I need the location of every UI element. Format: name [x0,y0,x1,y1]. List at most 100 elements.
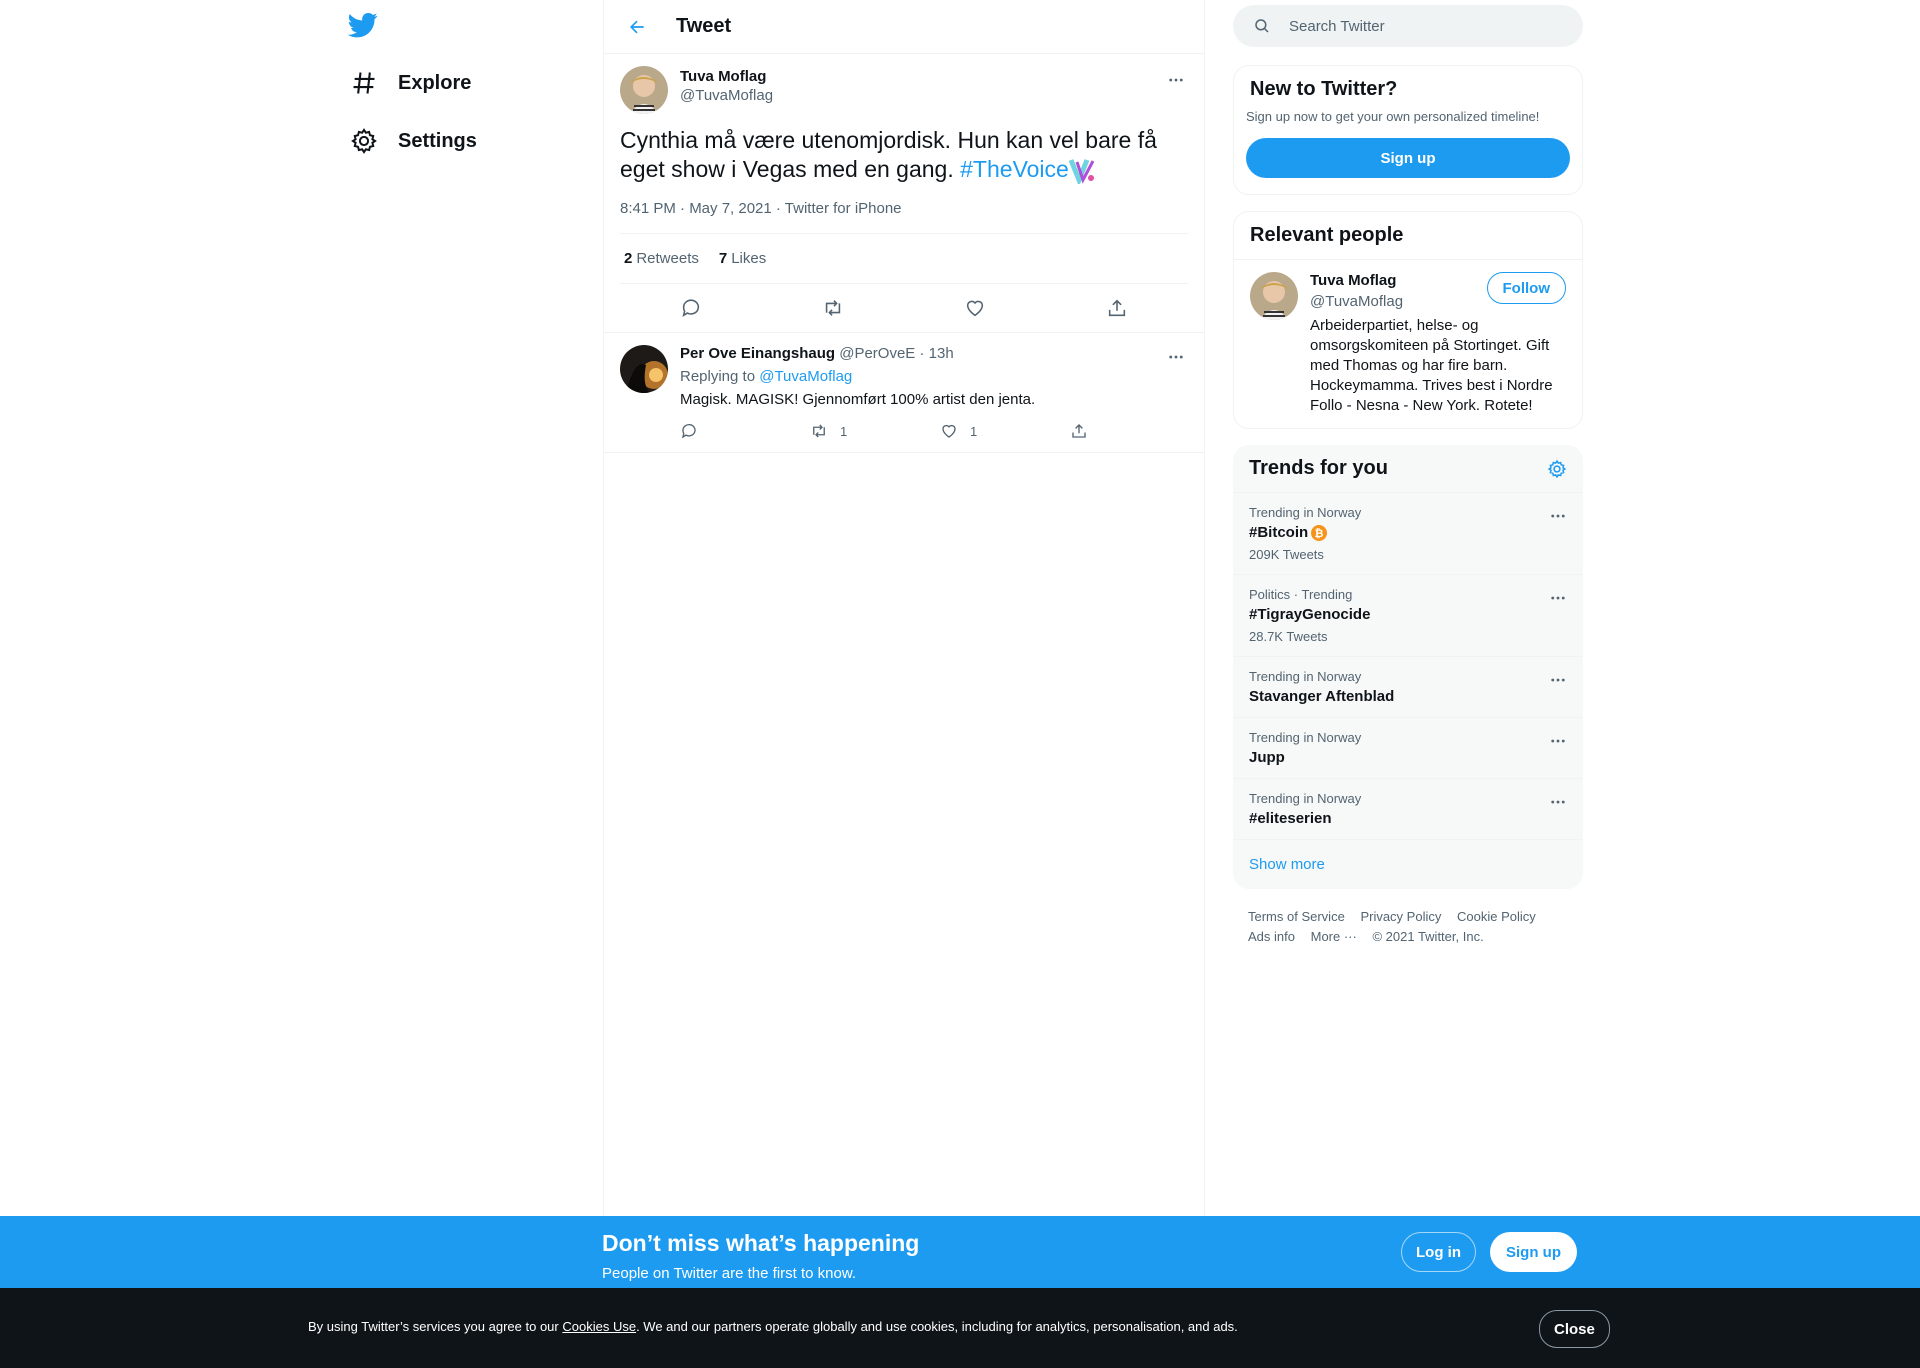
replying-prefix: Replying to [680,368,760,385]
reply-icon[interactable] [679,296,703,320]
reply-share-button[interactable] [1070,422,1100,440]
search-input[interactable] [1287,16,1551,36]
trend-more-icon[interactable] [1549,732,1567,750]
reply-icon [681,423,696,439]
page-header: Tweet [604,0,1204,54]
relevant-person-bio: Arbeiderpartiet, helse- og omsorgskomite… [1310,317,1553,414]
share-icon [1072,424,1086,438]
new-to-twitter-title: New to Twitter? [1250,78,1398,100]
reply-like-button[interactable]: 1 [940,422,1050,440]
author-handle[interactable]: @TuvaMoflag [680,87,773,104]
tweet-actions [620,284,1188,332]
back-button[interactable] [620,10,654,44]
trend-more-icon[interactable] [1549,793,1567,811]
the-voice-emoji-icon [1068,158,1097,184]
main-tweet: Tuva Moflag @TuvaMoflag Cynthia må være … [604,54,1204,333]
tweet-stats: 2 Retweets 7 Likes [620,234,1188,284]
tweet-timestamp[interactable]: 8:41 PM · May 7, 2021 · Twitter for iPho… [620,200,1188,234]
trend-item[interactable]: Trending in Norway #eliteserien [1233,778,1583,839]
reply-retweet-button[interactable]: 1 [810,422,920,440]
relevant-person-handle[interactable]: @TuvaMoflag [1310,293,1403,310]
cookies-use-link[interactable]: Cookies Use [562,1319,636,1334]
replying-to-link[interactable]: @TuvaMoflag [759,368,852,385]
trend-name: Jupp [1249,749,1285,766]
banner-signup-button[interactable]: Sign up [1490,1232,1577,1272]
retweet-icon [813,424,825,438]
follow-button[interactable]: Follow [1486,272,1566,304]
trends-title: Trends for you [1249,457,1388,479]
avatar[interactable] [620,345,668,393]
trend-name: #Bitcoin [1249,524,1309,541]
bitcoin-icon: ₿ [1311,524,1328,541]
likes-count: 7 [718,250,728,267]
footer-copyright: © 2021 Twitter, Inc. [1372,929,1484,944]
trend-name: #TigrayGenocide [1249,606,1371,623]
nav-explore-label: Explore [398,71,472,94]
nav-settings-label: Settings [398,129,477,152]
main-column: Tweet Tuva Moflag @TuvaMoflag Cynthia må… [603,0,1205,1216]
tweet-text: Cynthia må være utenomjordisk. Hun kan v… [620,126,1188,184]
hashtag-icon [350,69,378,97]
new-to-twitter-subtitle: Sign up now to get your own personalized… [1246,109,1540,124]
trend-more-icon[interactable] [1549,671,1567,689]
search-box[interactable] [1233,5,1583,47]
hashtag-link[interactable]: #TheVoice [960,156,1069,182]
right-sidebar: New to Twitter? Sign up now to get your … [1233,0,1583,965]
reply-reply-button[interactable] [680,422,790,440]
nav-settings[interactable]: Settings [350,117,477,165]
avatar[interactable] [620,66,668,114]
relevant-person-name[interactable]: Tuva Moflag [1310,272,1403,289]
author-name[interactable]: Tuva Moflag [680,68,773,85]
footer-ads-link[interactable]: Ads info [1248,929,1295,944]
reply-retweet-count: 1 [840,423,848,439]
footer-privacy-link[interactable]: Privacy Policy [1360,909,1441,924]
reply-author-handle[interactable]: @PerOveE · 13h [839,345,953,362]
reply-author-name[interactable]: Per Ove Einangshaug [680,345,835,362]
sidebar-signup-button[interactable]: Sign up [1246,138,1570,178]
retweet-icon[interactable] [821,296,845,320]
more-dots-icon [1169,355,1183,359]
trend-count: 28.7K Tweets [1249,629,1328,644]
search-icon [1253,17,1271,35]
trends-settings-gear-icon[interactable] [1547,459,1567,479]
trend-more-icon[interactable] [1549,589,1567,607]
show-more-link[interactable]: Show more [1233,839,1583,889]
trend-item[interactable]: Politics · Trending #TigrayGenocide 28.7… [1233,574,1583,656]
footer-cookie-link[interactable]: Cookie Policy [1457,909,1536,924]
trend-context: Trending in Norway [1249,505,1362,520]
like-icon [942,424,956,438]
trend-item[interactable]: Trending in Norway Jupp [1233,717,1583,778]
cookie-banner: By using Twitter’s services you agree to… [0,1288,1920,1368]
footer-more-link[interactable]: More ··· [1311,929,1357,944]
avatar[interactable] [1250,272,1298,320]
more-dots-icon [1169,78,1183,82]
login-button[interactable]: Log in [1401,1232,1476,1272]
cookie-prefix: By using Twitter’s services you agree to… [308,1319,563,1334]
trend-name: #eliteserien [1249,810,1332,827]
relevant-people-title: Relevant people [1250,224,1404,246]
reply-more-button[interactable] [1164,345,1188,369]
likes-stat[interactable]: 7 Likes [719,250,766,267]
cookie-close-button[interactable]: Close [1539,1310,1610,1348]
footer-terms-link[interactable]: Terms of Service [1248,909,1345,924]
twitter-logo-icon[interactable] [348,10,384,46]
svg-text:₿: ₿ [1315,528,1324,540]
retweets-stat[interactable]: 2 Retweets [624,250,699,267]
cookie-suffix: . We and our partners operate globally a… [636,1319,1238,1334]
banner-title: Don’t miss what’s happening [602,1230,920,1256]
replying-to: Replying to @TuvaMoflag [680,368,1188,385]
retweets-count: 2 [624,250,633,267]
reply-like-count: 1 [970,423,978,439]
relevant-person[interactable]: Tuva Moflag @TuvaMoflag Follow Arbeiderp… [1234,259,1582,428]
nav-explore[interactable]: Explore [350,59,471,107]
trend-context: Politics · Trending [1249,587,1353,602]
reply-tweet[interactable]: Per Ove Einangshaug @PerOveE · 13h Reply… [604,333,1204,453]
share-icon[interactable] [1105,296,1129,320]
trend-count: 209K Tweets [1249,547,1324,562]
trend-item[interactable]: Trending in Norway Stavanger Aftenblad [1233,656,1583,717]
trend-item[interactable]: Trending in Norway #Bitcoin ₿ 209K Tweets [1233,492,1583,574]
reply-text: Magisk. MAGISK! Gjennomført 100% artist … [680,391,1036,408]
tweet-more-button[interactable] [1164,68,1188,92]
like-icon[interactable] [963,296,987,320]
trend-more-icon[interactable] [1549,507,1567,525]
